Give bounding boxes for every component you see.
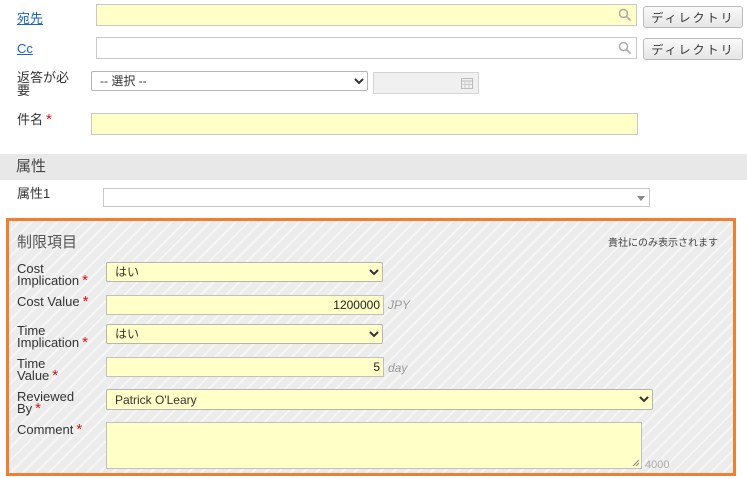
response-date-field[interactable]: [373, 72, 479, 94]
search-icon[interactable]: [618, 8, 632, 22]
cc-directory-button[interactable]: ディレクトリ: [643, 38, 743, 60]
restricted-title: 制限項目: [17, 234, 78, 251]
response-required-label: 返答が必要: [17, 70, 70, 98]
time-value-label: Time Value *: [17, 356, 59, 384]
cc-link[interactable]: Cc: [17, 41, 33, 56]
subject-label: 件名 *: [17, 111, 52, 128]
comment-textarea[interactable]: [106, 422, 642, 469]
attributes-section-header: 属性: [0, 154, 747, 180]
to-directory-button[interactable]: ディレクトリ: [643, 6, 743, 28]
calendar-icon[interactable]: [461, 77, 473, 89]
reviewed-by-label: Reviewed By *: [17, 389, 75, 417]
cost-value-label: Cost Value *: [17, 293, 89, 310]
dropdown-arrow-icon: [637, 196, 645, 201]
time-implication-label: Time Implication *: [17, 323, 88, 351]
attr1-select[interactable]: [103, 188, 650, 207]
to-link[interactable]: 宛先: [17, 8, 43, 27]
comment-label: Comment *: [17, 421, 83, 438]
cost-implication-select[interactable]: はい: [106, 262, 383, 282]
cc-input[interactable]: [96, 37, 637, 59]
to-input[interactable]: [96, 4, 637, 26]
time-value-input[interactable]: [106, 357, 384, 377]
resize-handle-icon[interactable]: [631, 458, 640, 467]
cost-value-input[interactable]: [106, 295, 384, 315]
cost-unit: JPY: [388, 298, 411, 312]
restricted-visibility-note: 貴社にのみ表示されます: [608, 238, 718, 249]
cost-implication-label: Cost Implication *: [17, 261, 88, 289]
comment-char-counter: 4000: [645, 459, 670, 471]
time-unit: day: [388, 361, 408, 375]
attr1-label: 属性1: [17, 186, 51, 201]
reviewed-by-select[interactable]: Patrick O'Leary: [106, 389, 653, 410]
search-icon[interactable]: [618, 41, 632, 55]
response-required-select[interactable]: -- 選択 --: [91, 71, 368, 91]
time-implication-select[interactable]: はい: [106, 324, 383, 344]
subject-input[interactable]: [91, 113, 638, 135]
